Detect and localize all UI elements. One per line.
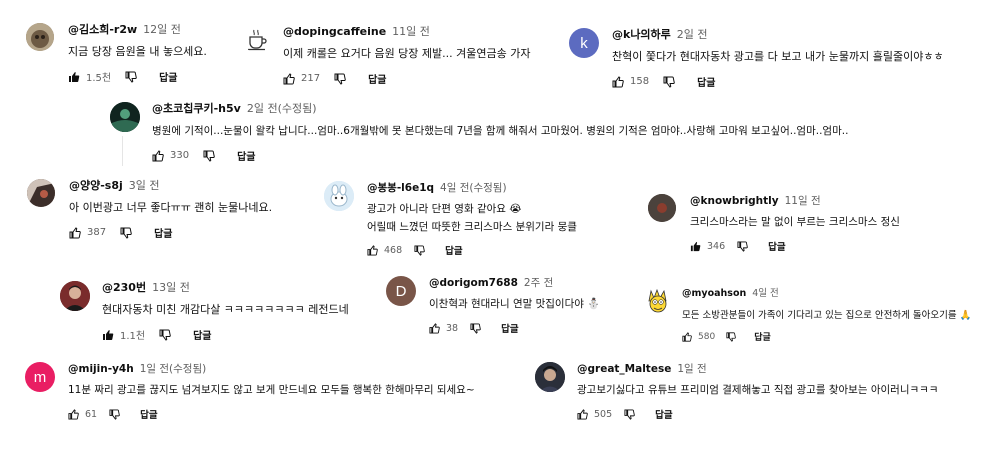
reply-button[interactable]: 답글 xyxy=(754,330,771,343)
avatar[interactable] xyxy=(644,287,672,315)
like-icon[interactable] xyxy=(682,331,692,342)
comment-time[interactable]: 1일 전(수정됨) xyxy=(140,362,207,376)
reply-button[interactable]: 답글 xyxy=(237,148,255,163)
reply-button[interactable]: 답글 xyxy=(140,407,157,421)
dislike-icon[interactable] xyxy=(663,76,675,88)
like-count: 38 xyxy=(446,322,459,334)
reply-button[interactable]: 답글 xyxy=(501,321,518,335)
avatar[interactable] xyxy=(535,362,565,392)
dislike-icon[interactable] xyxy=(470,322,481,334)
like-count: 346 xyxy=(707,240,726,252)
comment-time[interactable]: 4일 전(수정됨) xyxy=(440,181,507,195)
comment-author[interactable]: @mijin-y4h xyxy=(68,362,134,376)
dislike-icon[interactable] xyxy=(203,150,215,162)
reply-button[interactable]: 답글 xyxy=(445,243,462,257)
like-count: 505 xyxy=(594,408,613,420)
avatar[interactable]: m xyxy=(25,362,55,392)
dislike-icon[interactable] xyxy=(414,244,425,256)
reply-button[interactable]: 답글 xyxy=(193,327,211,342)
comment-author[interactable]: @great_Maltese xyxy=(577,362,671,376)
comment-time[interactable]: 3일 전 xyxy=(129,179,160,193)
like-count: 580 xyxy=(698,331,716,342)
like-count: 61 xyxy=(85,408,98,420)
dislike-icon[interactable] xyxy=(125,71,137,83)
comment-author[interactable]: @김소희-r2w xyxy=(68,23,137,37)
like-icon[interactable] xyxy=(68,71,80,83)
comment-author[interactable]: @dopingcaffeine xyxy=(283,25,386,39)
like-icon[interactable] xyxy=(612,75,624,88)
comment-author[interactable]: @봉봉-l6e1q xyxy=(367,181,434,195)
dislike-icon[interactable] xyxy=(120,227,132,239)
like-icon[interactable] xyxy=(690,241,701,252)
avatar[interactable] xyxy=(324,181,354,211)
dislike-icon[interactable] xyxy=(334,73,346,85)
like-icon[interactable] xyxy=(367,244,378,256)
reply-button[interactable]: 답글 xyxy=(159,69,177,84)
comment-time[interactable]: 4일 전 xyxy=(752,287,779,301)
comment-text: 크리스마스라는 말 없이 부르는 크리스마스 정신 xyxy=(690,216,900,228)
like-icon[interactable] xyxy=(68,408,79,420)
comment-text: 광고보기싫다고 유튜브 프리미엄 결제해놓고 직접 광고를 찾아보는 아이러니ㅋ… xyxy=(577,384,939,396)
like-icon[interactable] xyxy=(283,72,295,85)
comment-author[interactable]: @knowbrightly xyxy=(690,194,779,208)
comment-text: 이제 캐롤은 요거다 음원 당장 제발... 겨울연금송 가자 xyxy=(283,47,531,60)
avatar[interactable] xyxy=(648,194,676,222)
comment-text: 어릴때 느꼈던 따뜻한 크리스마스 분위기라 뭉클 xyxy=(367,221,577,233)
comment-text: 아 이번광고 너무 좋다ㅠㅠ 괜히 눈물나네요. xyxy=(69,201,273,214)
comment-time[interactable]: 1일 전 xyxy=(677,362,706,376)
comment-time[interactable]: 12일 전 xyxy=(143,23,181,37)
comment-author[interactable]: @myoahson xyxy=(682,287,746,301)
avatar[interactable] xyxy=(27,179,55,207)
like-icon[interactable] xyxy=(577,408,588,420)
comment-text: 지금 당장 음원을 내 놓으세요. xyxy=(68,45,207,58)
reply-button[interactable]: 답글 xyxy=(768,239,785,253)
comment-time[interactable]: 2일 전 xyxy=(677,28,708,42)
dislike-icon[interactable] xyxy=(159,329,171,341)
comment-text: 찬혁이 쫓다가 현대자동차 광고를 다 보고 내가 눈물까지 흘릴줄이야ㅎㅎ xyxy=(612,50,944,63)
reply-button[interactable]: 답글 xyxy=(154,225,172,240)
dislike-icon[interactable] xyxy=(737,240,748,252)
comment-time[interactable]: 13일 전 xyxy=(152,281,190,295)
like-count: 158 xyxy=(630,76,650,87)
like-count: 330 xyxy=(170,150,190,161)
comment-author[interactable]: @양양-s8j xyxy=(69,179,123,193)
comment-author[interactable]: @dorigom7688 xyxy=(429,276,518,290)
like-icon[interactable] xyxy=(429,322,440,334)
avatar[interactable] xyxy=(60,281,90,311)
dislike-icon[interactable] xyxy=(624,408,635,420)
like-count: 1.5천 xyxy=(86,73,112,84)
dislike-icon[interactable] xyxy=(726,331,736,342)
like-count: 217 xyxy=(301,73,321,84)
thread-line xyxy=(122,136,123,166)
comment-text: 11분 짜리 광고를 끊지도 넘겨보지도 않고 보게 만드네요 모두들 행복한 … xyxy=(68,384,475,396)
comment-text: 현대자동차 미친 개감다살 ㅋㅋㅋㅋㅋㅋㅋㅋ 레전드네 xyxy=(102,303,349,316)
like-icon[interactable] xyxy=(102,329,114,341)
avatar[interactable]: D xyxy=(386,276,416,306)
comment-author[interactable]: @k나의하루 xyxy=(612,28,671,42)
comment-time[interactable]: 2일 전(수정됨) xyxy=(247,102,317,116)
dislike-icon[interactable] xyxy=(109,408,120,420)
like-count: 468 xyxy=(384,244,403,256)
like-count: 1.1천 xyxy=(120,331,146,342)
comment-text: 병원에 기적이...눈물이 왈칵 납니다...엄마..6개월밖에 못 본다했는데… xyxy=(152,125,849,137)
reply-button[interactable]: 답글 xyxy=(368,71,386,86)
comment-text: 모든 소방관분들이 가족이 기다리고 있는 집으로 안전하게 돌아오기를 🙏 xyxy=(682,310,972,321)
avatar[interactable] xyxy=(243,25,271,53)
comment-author[interactable]: @초코칩쿠키-h5v xyxy=(152,102,241,116)
reply-button[interactable]: 답글 xyxy=(697,74,715,89)
like-icon[interactable] xyxy=(69,226,81,239)
like-icon[interactable] xyxy=(152,149,164,162)
comment-time[interactable]: 11일 전 xyxy=(785,194,821,208)
avatar[interactable]: k xyxy=(569,28,599,58)
comment-time[interactable]: 2주 전 xyxy=(524,276,553,290)
like-count: 387 xyxy=(87,227,107,238)
comment-time[interactable]: 11일 전 xyxy=(392,25,430,39)
avatar[interactable] xyxy=(110,102,140,132)
reply-button[interactable]: 답글 xyxy=(655,407,672,421)
comment-text: 광고가 아니라 단편 영화 같아요 😭 xyxy=(367,203,522,215)
avatar[interactable] xyxy=(26,23,54,51)
comment-text: 이찬혁과 현대라니 연말 맛집이다야 ⛄ xyxy=(429,298,601,310)
comment-author[interactable]: @230번 xyxy=(102,281,146,295)
